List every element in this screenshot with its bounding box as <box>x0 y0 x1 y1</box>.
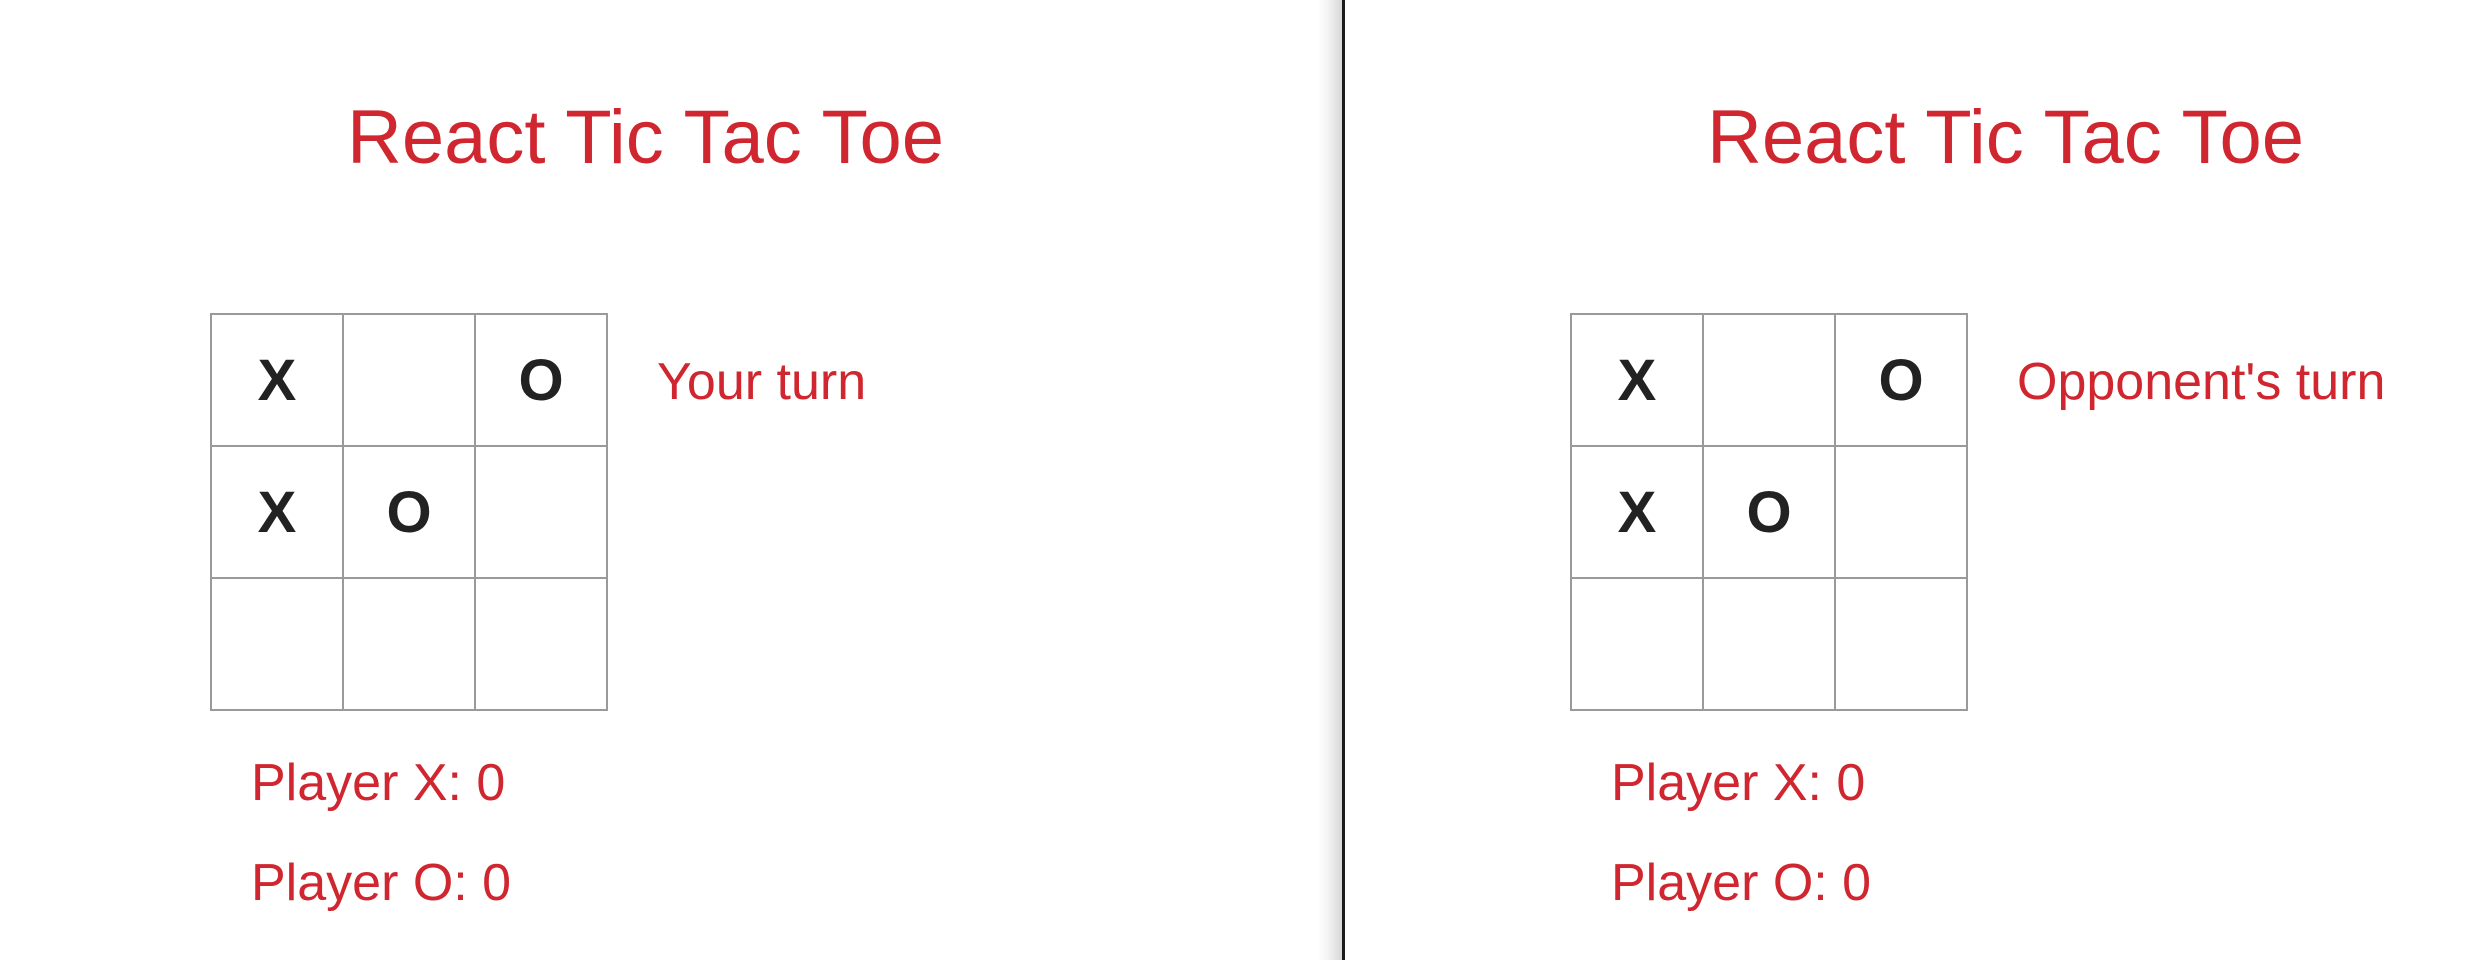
board-cell-r2-c2[interactable]: O <box>344 447 476 579</box>
game-board: X O X O <box>210 313 608 711</box>
player-window-left: React Tic Tac Toe X O X O Your turn Play… <box>0 0 1342 960</box>
board-cell-r2-c1[interactable]: X <box>212 447 344 579</box>
board-cell-r3-c2[interactable] <box>1704 579 1836 711</box>
board-cell-r3-c2[interactable] <box>344 579 476 711</box>
window-edge-shadow <box>1318 0 1342 960</box>
board-cell-r1-c3[interactable]: O <box>1836 315 1968 447</box>
score-player-o: Player O: 0 <box>1611 854 1872 912</box>
board-cell-r3-c3[interactable] <box>1836 579 1968 711</box>
game-board: X O X O <box>1570 313 1968 711</box>
page-title: React Tic Tac Toe <box>1707 95 2305 180</box>
page-title: React Tic Tac Toe <box>347 95 945 180</box>
board-cell-r2-c1[interactable]: X <box>1572 447 1704 579</box>
board-cell-r1-c1[interactable]: X <box>1572 315 1704 447</box>
split-screen: React Tic Tac Toe X O X O Your turn Play… <box>0 0 2490 960</box>
board-cell-r3-c1[interactable] <box>1572 579 1704 711</box>
score-player-x: Player X: 0 <box>1611 754 1866 812</box>
board-cell-r2-c3[interactable] <box>1836 447 1968 579</box>
turn-status: Your turn <box>657 353 867 411</box>
board-cell-r1-c1[interactable]: X <box>212 315 344 447</box>
board-cell-r1-c2[interactable] <box>344 315 476 447</box>
score-player-x: Player X: 0 <box>251 754 506 812</box>
board-cell-r3-c3[interactable] <box>476 579 608 711</box>
player-window-right: React Tic Tac Toe X O X O Opponent's tur… <box>1345 0 2490 960</box>
board-cell-r2-c3[interactable] <box>476 447 608 579</box>
turn-status: Opponent's turn <box>2017 353 2386 411</box>
board-cell-r3-c1[interactable] <box>212 579 344 711</box>
board-cell-r2-c2[interactable]: O <box>1704 447 1836 579</box>
score-player-o: Player O: 0 <box>251 854 512 912</box>
board-cell-r1-c3[interactable]: O <box>476 315 608 447</box>
board-cell-r1-c2[interactable] <box>1704 315 1836 447</box>
